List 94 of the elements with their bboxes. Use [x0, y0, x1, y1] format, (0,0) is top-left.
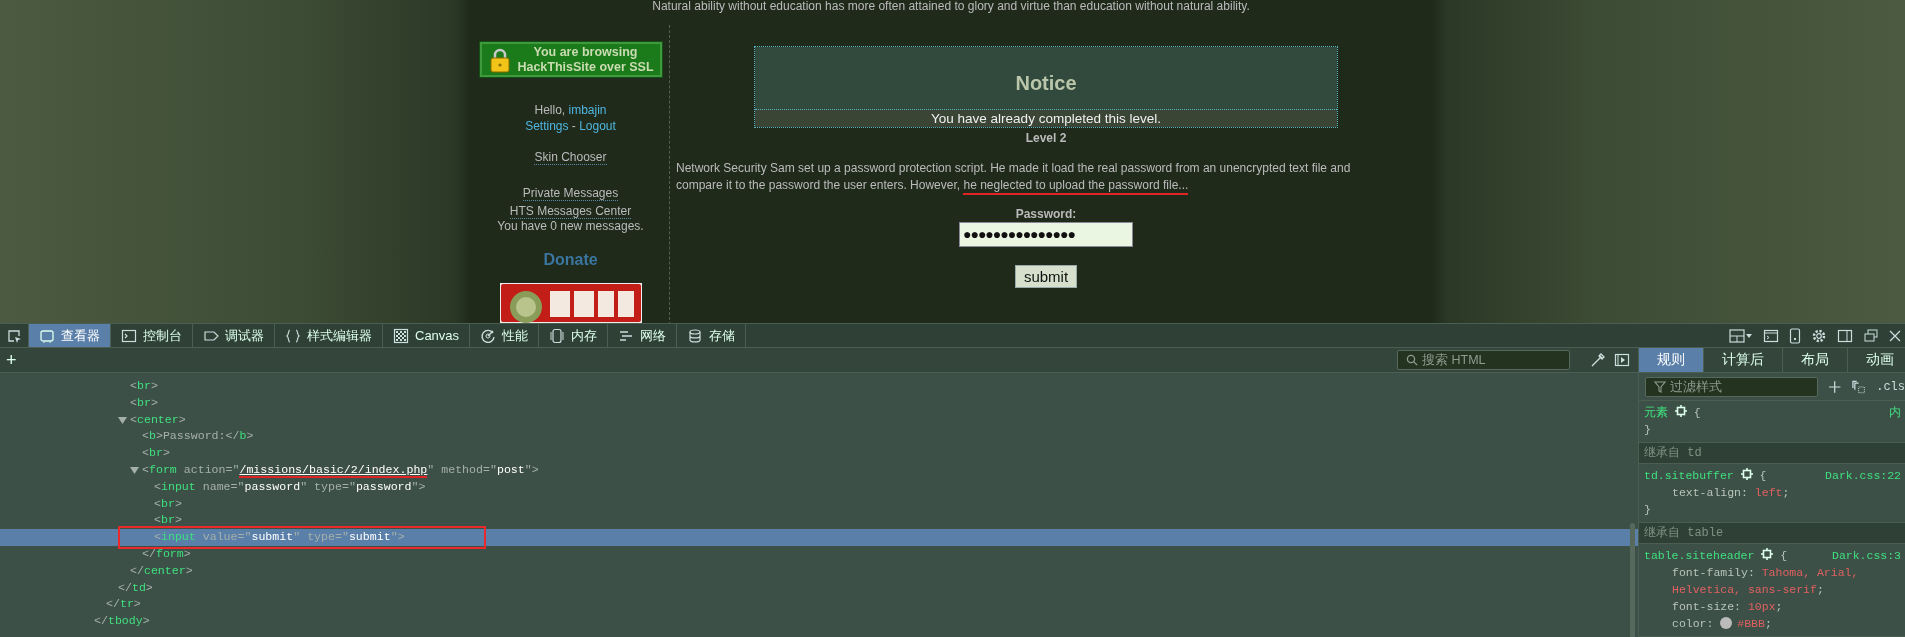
- description-text: Network Security Sam set up a password protection script. He made it load the real password from an unencrypted text file and compare it to the password the user enters. However, he neglected to upload the password file...: [676, 160, 1416, 194]
- markup-line[interactable]: <form action="/missions/basic/2/index.php" method="post">: [142, 462, 539, 479]
- inherited-header: 继承自 td: [1639, 443, 1905, 464]
- greeting-text: Hello,: [534, 103, 566, 117]
- markup-line[interactable]: </tr>: [106, 596, 141, 614]
- rule-selector: table.siteheader: [1644, 549, 1755, 562]
- ssl-badge: You are browsing HackThisSite over SSL: [479, 42, 662, 77]
- sidebar-link[interactable]: Skin Chooser: [534, 150, 607, 165]
- notice-message: You have already completed this level.: [755, 110, 1337, 127]
- checker-icon: [393, 327, 409, 344]
- padlock-icon: [489, 46, 510, 73]
- notice-title: Notice: [755, 47, 1337, 110]
- scrollbar-thumb[interactable]: [1630, 523, 1635, 637]
- devtools-tab[interactable]: 性能: [470, 324, 540, 347]
- print-icon: [1850, 378, 1867, 395]
- filter-field[interactable]: 过滤样式: [1645, 376, 1818, 397]
- brace-text: {: [1759, 469, 1767, 482]
- markup-line[interactable]: <br>: [154, 512, 182, 530]
- password-field[interactable]: ●●●●●●●●●●●●●●●: [959, 222, 1133, 247]
- declaration-text: color: #BBB;: [1671, 616, 1773, 632]
- password-label: Password:: [1015, 207, 1077, 221]
- settings-icon: [1811, 327, 1827, 344]
- username-link[interactable]: imbajin: [568, 103, 607, 117]
- markup-line[interactable]: <br>: [142, 445, 170, 462]
- sidebar-tab[interactable]: 计算后: [1704, 348, 1783, 372]
- sidebar-tab[interactable]: 规则: [1639, 348, 1704, 372]
- markup-line[interactable]: <b>Password:</b>: [142, 428, 254, 446]
- sidebar-icon: [1837, 327, 1853, 344]
- sidebar-tab[interactable]: 动画: [1848, 348, 1905, 372]
- markup-line[interactable]: </form>: [142, 545, 191, 563]
- add-node-button[interactable]: +: [6, 351, 17, 369]
- console-icon: [1763, 327, 1779, 344]
- brace-text: {: [1780, 549, 1788, 562]
- devtools-tab[interactable]: 查看器: [29, 324, 111, 347]
- devtools-tab[interactable]: 存储: [677, 324, 747, 347]
- layout-icon: [1729, 327, 1753, 344]
- quote-text: Natural ability without education has more often attained to glory and virtue than education without natural ability.: [651, 0, 1251, 14]
- inherited-header: 继承自 table: [1639, 523, 1905, 544]
- source-link[interactable]: 内: [1889, 404, 1901, 421]
- markup-line[interactable]: <input value="submit" type="submit">: [154, 529, 405, 546]
- element-picker-icon: [6, 327, 22, 344]
- markup-line[interactable]: </tbody>: [94, 613, 150, 630]
- declaration-text: font-size: 10px;: [1671, 599, 1784, 615]
- frame-icon: [39, 327, 55, 344]
- filter-icon: [1654, 380, 1666, 393]
- close-icon: [1889, 329, 1901, 342]
- brace-text: }: [1644, 502, 1652, 518]
- screenshot-icon: [1614, 352, 1630, 368]
- account-link[interactable]: Settings: [525, 119, 569, 133]
- sidebar-link[interactable]: HTS Messages Center: [509, 204, 632, 219]
- donate-heading: Donate: [543, 251, 598, 269]
- rule-selector: td.sitebuffer: [1644, 469, 1734, 482]
- brace-text: {: [1693, 406, 1701, 419]
- phone-icon: [1789, 327, 1801, 344]
- plus-icon: [1827, 379, 1841, 394]
- windows-icon: [1863, 327, 1879, 344]
- markup-line[interactable]: <center>: [130, 411, 186, 429]
- declaration-text: font-family: Tahoma, Arial, Helvetica, sans-serif;: [1671, 565, 1860, 598]
- markup-line[interactable]: <input name="password" type="password">: [154, 478, 426, 496]
- markup-line[interactable]: <br>: [130, 378, 158, 395]
- source-link[interactable]: Dark.css:3: [1832, 547, 1901, 564]
- markup-line[interactable]: </center>: [130, 562, 193, 580]
- account-link[interactable]: Logout: [579, 119, 616, 133]
- chip-icon: [549, 327, 566, 344]
- search-field[interactable]: 搜索 HTML: [1397, 350, 1570, 370]
- level-title: Level 2: [1025, 131, 1067, 145]
- markup-line[interactable]: <br>: [154, 495, 182, 513]
- rule-selector: 元素: [1644, 406, 1668, 419]
- crosshair-icon: [1674, 405, 1687, 417]
- devtools-tab[interactable]: 调试器: [193, 324, 275, 347]
- crosshair-icon: [1761, 548, 1774, 560]
- brace-text: }: [1644, 422, 1652, 438]
- braces-icon: [285, 327, 301, 344]
- class-toggle-button[interactable]: .cls: [1876, 379, 1905, 394]
- eyedropper-icon: [1590, 352, 1606, 368]
- database-icon: [687, 327, 704, 344]
- search-icon: [1406, 354, 1418, 366]
- devtools-tab[interactable]: 样式编辑器: [275, 324, 383, 347]
- devtools-tab[interactable]: 内存: [539, 324, 609, 347]
- devtools-tab[interactable]: 网络: [608, 324, 678, 347]
- source-link[interactable]: Dark.css:22: [1825, 467, 1901, 484]
- markup-line[interactable]: </td>: [118, 579, 153, 597]
- gauge-icon: [480, 327, 497, 344]
- sidebar-link[interactable]: Private Messages: [522, 186, 619, 201]
- sidebar-tab[interactable]: 布局: [1783, 348, 1848, 372]
- markup-line[interactable]: <br>: [130, 394, 158, 412]
- devtools-tab[interactable]: 控制台: [111, 324, 193, 347]
- console-icon: [121, 327, 137, 344]
- separator-text: -: [571, 119, 576, 133]
- crosshair-icon: [1740, 468, 1753, 480]
- devtools-tab[interactable]: Canvas: [383, 324, 471, 347]
- submit-button[interactable]: submit: [1014, 265, 1078, 288]
- messages-note: You have 0 new messages.: [497, 219, 644, 234]
- declaration-text: text-align: left;: [1671, 485, 1791, 501]
